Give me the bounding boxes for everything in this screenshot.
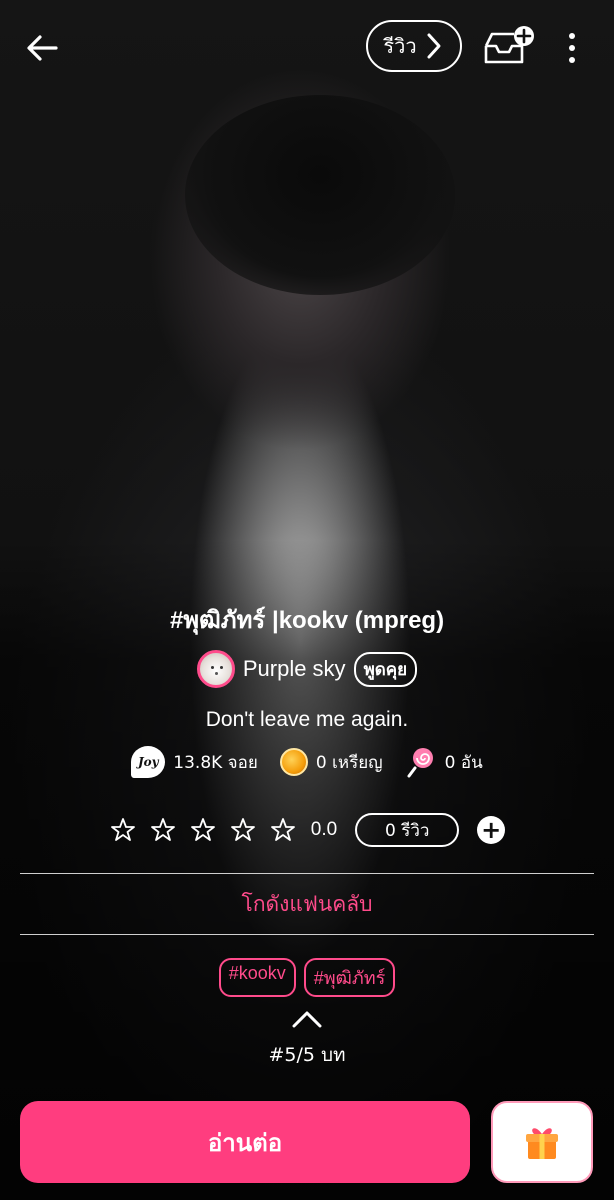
rating-value: 0.0 bbox=[310, 819, 338, 840]
review-button[interactable]: รีวิว bbox=[366, 20, 462, 72]
coin-icon bbox=[279, 748, 308, 776]
star-icon[interactable] bbox=[229, 816, 257, 844]
joy-stat: Joy 13.8K จอย bbox=[131, 746, 258, 778]
divider bbox=[20, 873, 594, 874]
add-to-library-icon[interactable] bbox=[480, 24, 538, 70]
review-button-label: รีวิว bbox=[383, 34, 417, 58]
author-row: Purple sky พูดคุย bbox=[0, 650, 614, 688]
review-count-button[interactable]: 0 รีวิว bbox=[355, 813, 460, 847]
more-options-icon[interactable] bbox=[558, 28, 586, 68]
talk-button[interactable]: พูดคุย bbox=[353, 651, 418, 687]
stats-row: Joy 13.8K จอย 0 เหรียญ 0 อัน bbox=[0, 746, 614, 778]
joy-count: 13.8K จอย bbox=[173, 752, 258, 773]
coin-count: 0 เหรียญ bbox=[315, 752, 383, 773]
candy-stat: 0 อัน bbox=[405, 746, 483, 778]
chevron-right-icon bbox=[427, 33, 441, 59]
tag-list: #kookv #พุฒิภัทร์ bbox=[0, 958, 614, 997]
coin-stat: 0 เหรียญ bbox=[279, 748, 383, 776]
cover-image-detail bbox=[185, 95, 455, 295]
back-arrow-icon[interactable] bbox=[22, 28, 62, 68]
fanclub-link[interactable]: โกดังแฟนคลับ bbox=[0, 888, 614, 921]
gift-icon bbox=[526, 1128, 558, 1159]
lollipop-icon bbox=[407, 748, 433, 778]
star-icon[interactable] bbox=[269, 816, 297, 844]
story-title: #พุฒิภัทร์ |kookv (mpreg) bbox=[169, 607, 445, 634]
continue-reading-button[interactable]: อ่านต่อ bbox=[20, 1101, 470, 1183]
chevron-up-icon[interactable] bbox=[290, 1008, 324, 1030]
star-icon[interactable] bbox=[189, 816, 217, 844]
candy-count: 0 อัน bbox=[444, 752, 483, 773]
author-name[interactable]: Purple sky bbox=[243, 656, 346, 682]
continue-reading-label: อ่านต่อ bbox=[207, 1128, 283, 1157]
divider bbox=[20, 934, 594, 935]
rating-row: 0.0 0 รีวิว + bbox=[0, 813, 614, 847]
tag-chip[interactable]: #kookv bbox=[218, 958, 296, 997]
star-icon[interactable] bbox=[109, 816, 137, 844]
chapter-count: #5/5 บท bbox=[268, 1044, 346, 1066]
author-avatar[interactable] bbox=[196, 650, 235, 688]
star-icon[interactable] bbox=[149, 816, 177, 844]
joy-icon: Joy bbox=[131, 746, 166, 778]
story-description: Don't leave me again. bbox=[205, 708, 409, 731]
add-review-plus-icon[interactable]: + bbox=[477, 816, 506, 844]
tag-chip[interactable]: #พุฒิภัทร์ bbox=[303, 958, 396, 997]
gift-button[interactable] bbox=[491, 1101, 593, 1183]
